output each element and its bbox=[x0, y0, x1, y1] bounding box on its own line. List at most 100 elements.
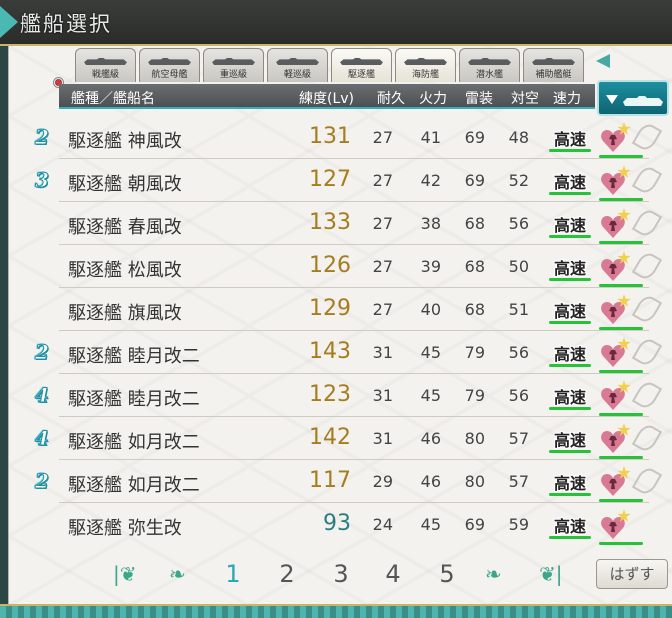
stat-aa: 48 bbox=[508, 128, 529, 147]
stat-aa: 59 bbox=[508, 515, 529, 534]
stat-tp: 68 bbox=[464, 214, 485, 233]
last-page-icon[interactable]: ❦| bbox=[539, 562, 563, 586]
stat-fp: 46 bbox=[420, 472, 441, 491]
stat-hp: 31 bbox=[372, 343, 393, 362]
lock-heart-icon bbox=[599, 380, 643, 416]
tab-ship-type[interactable]: 戦艦級 bbox=[75, 48, 136, 82]
stat-tp: 69 bbox=[464, 171, 485, 190]
ship-row[interactable]: 駆逐艦 春風改 133 27 38 68 56 高速 bbox=[9, 202, 672, 245]
stat-tp: 68 bbox=[464, 257, 485, 276]
ship-level: 131 bbox=[309, 124, 351, 149]
lock-heart-icon bbox=[599, 122, 643, 158]
stat-fp: 40 bbox=[420, 300, 441, 319]
tab-ship-type[interactable]: 軽巡級 bbox=[267, 48, 328, 82]
ship-level: 117 bbox=[309, 468, 351, 493]
leaf-icon bbox=[631, 292, 663, 326]
header-hp: 耐久 bbox=[377, 91, 405, 107]
stat-aa: 57 bbox=[508, 429, 529, 448]
tab-ship-type[interactable]: 海防艦 bbox=[395, 48, 456, 82]
lock-heart-icon bbox=[599, 294, 643, 330]
remove-button[interactable]: はずす bbox=[596, 559, 668, 589]
speed-label: 高速 bbox=[549, 470, 591, 496]
stat-fp: 38 bbox=[420, 214, 441, 233]
stat-aa: 56 bbox=[508, 343, 529, 362]
first-page-icon[interactable]: |❦ bbox=[113, 562, 137, 586]
speed-label: 高速 bbox=[549, 298, 591, 324]
ship-silhouette-icon bbox=[148, 58, 191, 65]
speed-label: 高速 bbox=[549, 255, 591, 281]
next-page-icon[interactable]: ❧ bbox=[485, 562, 502, 586]
page-number[interactable]: 1 bbox=[221, 560, 245, 588]
stat-fp: 45 bbox=[420, 343, 441, 362]
prev-page-icon[interactable]: ❧ bbox=[169, 562, 186, 586]
ship-select-panel: 戦艦級 航空母艦 重巡級 軽巡級 駆逐艦 海防艦 潜水艦 補助艦艇 艦種／艦船名 練度(Lv)… bbox=[8, 46, 672, 604]
tab-scroll-left-icon[interactable] bbox=[596, 54, 610, 68]
speed-label: 高速 bbox=[549, 427, 591, 453]
ship-level: 93 bbox=[323, 511, 351, 536]
stat-hp: 31 bbox=[372, 386, 393, 405]
tab-ship-type[interactable]: 駆逐艦 bbox=[331, 48, 392, 82]
title-bar: 艦船選択 bbox=[0, 0, 672, 46]
stat-fp: 45 bbox=[420, 515, 441, 534]
ship-row[interactable]: 2 駆逐艦 神風改 131 27 41 69 48 高速 bbox=[9, 116, 672, 159]
fleet-number-badge: 2 bbox=[29, 469, 55, 494]
stat-hp: 24 bbox=[372, 515, 393, 534]
stat-hp: 27 bbox=[372, 257, 393, 276]
lock-heart-icon bbox=[599, 509, 643, 545]
speed-label: 高速 bbox=[549, 126, 591, 152]
tab-label: 海防艦 bbox=[411, 70, 439, 80]
ship-level: 143 bbox=[309, 339, 351, 364]
tab-label: 補助艦艇 bbox=[535, 70, 572, 80]
ship-name: 駆逐艦 春風改 bbox=[68, 217, 182, 238]
ship-silhouette-icon bbox=[404, 58, 447, 65]
ship-row[interactable]: 4 駆逐艦 睦月改二 123 31 45 79 56 高速 bbox=[9, 374, 672, 417]
sort-button[interactable] bbox=[597, 80, 669, 116]
ship-row[interactable]: 2 駆逐艦 如月改二 117 29 46 80 57 高速 bbox=[9, 460, 672, 503]
pagination: |❦ ❧ 1 2 34 5 ❧ ❦| はずす bbox=[9, 556, 672, 590]
leaf-icon bbox=[631, 378, 663, 412]
ship-row[interactable]: 駆逐艦 弥生改 93 24 45 69 59 高速 bbox=[9, 503, 672, 546]
ship-row[interactable]: 3 駆逐艦 朝風改 127 27 42 69 52 高速 bbox=[9, 159, 672, 202]
stat-fp: 42 bbox=[420, 171, 441, 190]
list-header: 艦種／艦船名 練度(Lv) 耐久 火力 雷装 対空 速力 bbox=[59, 84, 595, 109]
ship-icon bbox=[623, 96, 663, 106]
leaf-icon bbox=[631, 421, 663, 455]
page-number[interactable]: 4 bbox=[381, 560, 405, 588]
header-lv: 練度(Lv) bbox=[299, 91, 355, 107]
stat-tp: 68 bbox=[464, 300, 485, 319]
fleet-number-badge: 3 bbox=[29, 168, 55, 193]
stat-tp: 79 bbox=[464, 343, 485, 362]
tab-ship-type[interactable]: 航空母艦 bbox=[139, 48, 200, 82]
stat-aa: 52 bbox=[508, 171, 529, 190]
ship-name: 駆逐艦 弥生改 bbox=[68, 518, 182, 539]
fleet-number-badge: 4 bbox=[29, 426, 55, 451]
stat-tp: 79 bbox=[464, 386, 485, 405]
ship-name: 駆逐艦 朝風改 bbox=[68, 174, 182, 195]
ship-name: 駆逐艦 如月改二 bbox=[68, 475, 200, 496]
tab-ship-type[interactable]: 潜水艦 bbox=[459, 48, 520, 82]
stat-aa: 51 bbox=[508, 300, 529, 319]
tab-ship-type[interactable]: 重巡級 bbox=[203, 48, 264, 82]
page-number[interactable]: 5 bbox=[435, 560, 459, 588]
stat-fp: 46 bbox=[420, 429, 441, 448]
ship-row[interactable]: 4 駆逐艦 如月改二 142 31 46 80 57 高速 bbox=[9, 417, 672, 460]
ship-name: 駆逐艦 睦月改二 bbox=[68, 389, 200, 410]
ship-level: 126 bbox=[309, 253, 351, 278]
ship-row[interactable]: 2 駆逐艦 睦月改二 143 31 45 79 56 高速 bbox=[9, 331, 672, 374]
ship-name: 駆逐艦 旗風改 bbox=[68, 303, 182, 324]
stat-fp: 41 bbox=[420, 128, 441, 147]
ship-row[interactable]: 駆逐艦 松風改 126 27 39 68 50 高速 bbox=[9, 245, 672, 288]
ship-row[interactable]: 駆逐艦 旗風改 129 27 40 68 51 高速 bbox=[9, 288, 672, 331]
stat-hp: 27 bbox=[372, 128, 393, 147]
stat-fp: 39 bbox=[420, 257, 441, 276]
tab-label: 潜水艦 bbox=[475, 70, 503, 80]
stat-hp: 31 bbox=[372, 429, 393, 448]
ship-silhouette-icon bbox=[84, 58, 127, 65]
header-fp: 火力 bbox=[419, 91, 447, 107]
page-number[interactable]: 2 bbox=[275, 560, 299, 588]
ship-name: 駆逐艦 睦月改二 bbox=[68, 346, 200, 367]
page-number[interactable]: 3 bbox=[329, 560, 353, 588]
lock-heart-icon bbox=[599, 251, 643, 287]
tab-ship-type[interactable]: 補助艦艇 bbox=[523, 48, 584, 82]
leaf-icon bbox=[631, 464, 663, 498]
